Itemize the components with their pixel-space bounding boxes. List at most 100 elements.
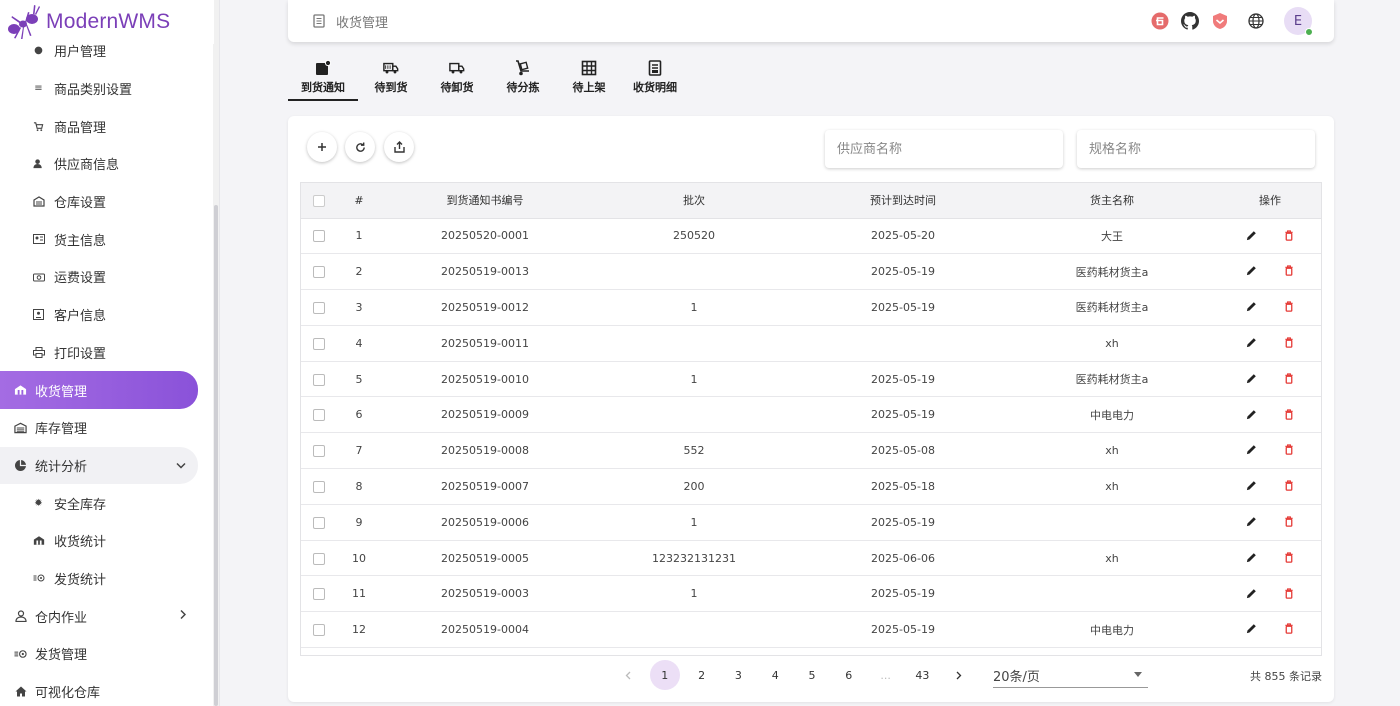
row-checkbox[interactable] (313, 409, 325, 422)
sidebar-item-receiving-stats[interactable]: 收货统计 (0, 522, 214, 560)
table-row[interactable]: 11 20250519-0003 1 2025-05-19 (301, 576, 1321, 612)
refresh-button[interactable] (345, 132, 375, 162)
row-checkbox[interactable] (313, 373, 325, 386)
tab-receiving-details[interactable]: 收货明细 (622, 56, 688, 101)
page-button[interactable]: 43 (907, 660, 937, 690)
tab-pending-unload[interactable]: 待卸货 (424, 56, 490, 101)
row-checkbox[interactable] (313, 552, 325, 565)
table-row[interactable]: 10 20250519-0005 123232131231 2025-06-06 xh (301, 540, 1321, 576)
page-button[interactable]: 6 (834, 660, 864, 690)
spec-name-field[interactable] (1077, 130, 1315, 168)
delete-button[interactable] (1282, 264, 1296, 278)
page-button[interactable]: 4 (760, 660, 790, 690)
delete-button[interactable] (1282, 586, 1296, 600)
sidebar-item-safety-stock[interactable]: ✹ 安全库存 (0, 484, 214, 522)
delete-button[interactable] (1282, 550, 1296, 564)
sidebar-item-visual-warehouse[interactable]: 可视化仓库 (0, 673, 214, 706)
tab-arrival-notice[interactable]: 到货通知 (288, 56, 358, 101)
edit-button[interactable] (1244, 336, 1258, 350)
edit-button[interactable] (1244, 228, 1258, 242)
row-checkbox[interactable] (313, 445, 325, 458)
table-row[interactable]: 7 20250519-0008 552 2025-05-08 xh (301, 433, 1321, 469)
row-checkbox[interactable] (313, 337, 325, 350)
delete-button[interactable] (1282, 515, 1296, 529)
prev-page-button[interactable] (613, 660, 643, 690)
brand[interactable]: ModernWMS (0, 0, 214, 44)
tab-pending-sorting[interactable]: 待分拣 (490, 56, 556, 101)
table-row[interactable]: 9 20250519-0006 1 2025-05-19 (301, 504, 1321, 541)
delete-button[interactable] (1282, 300, 1296, 314)
table-row[interactable]: 3 20250519-0012 1 2025-05-19 医药耗材货主a (301, 290, 1321, 326)
sidebar-item-category-settings[interactable]: ≡ 商品类别设置 (0, 70, 214, 108)
document-icon (313, 14, 325, 28)
row-checkbox[interactable] (313, 230, 325, 243)
page-button[interactable]: 5 (797, 660, 827, 690)
table-row[interactable]: 6 20250519-0009 2025-05-19 中电电力 (301, 397, 1321, 433)
row-checkbox[interactable] (313, 516, 325, 529)
sidebar-item-warehouse-operations[interactable]: 仓内作业 (0, 597, 214, 635)
sidebar-item-freight-settings[interactable]: 运费设置 (0, 258, 214, 296)
delete-button[interactable] (1282, 479, 1296, 493)
sidebar-item-inventory-management[interactable]: 库存管理 (0, 409, 214, 447)
edit-button[interactable] (1244, 550, 1258, 564)
page-button[interactable]: 2 (687, 660, 717, 690)
select-all-checkbox[interactable] (313, 194, 325, 207)
tab-pending-shelving[interactable]: 待上架 (556, 56, 622, 101)
sidebar-item-product-management[interactable]: 商品管理 (0, 107, 214, 145)
delete-button[interactable] (1282, 622, 1296, 636)
avatar[interactable]: E (1284, 7, 1313, 36)
edit-button[interactable] (1244, 371, 1258, 385)
delete-button[interactable] (1282, 443, 1296, 457)
sidebar-item-supplier-info[interactable]: 供应商信息 (0, 145, 214, 183)
row-checkbox[interactable] (313, 588, 325, 601)
edit-button[interactable] (1244, 479, 1258, 493)
sidebar-item-shipping-management[interactable]: 发货管理 (0, 635, 214, 673)
delete-button[interactable] (1282, 407, 1296, 421)
delete-button[interactable] (1282, 336, 1296, 350)
gitee-icon[interactable] (1150, 11, 1170, 31)
row-checkbox[interactable] (313, 624, 325, 637)
sidebar-scrollbar-thumb[interactable] (214, 205, 218, 706)
edit-button[interactable] (1244, 515, 1258, 529)
edit-button[interactable] (1244, 300, 1258, 314)
sidebar-item-warehouse-settings[interactable]: 仓库设置 (0, 183, 214, 221)
sidebar-item-print-settings[interactable]: 打印设置 (0, 334, 214, 372)
page-size-select[interactable]: 20条/页 (993, 664, 1148, 688)
next-page-button[interactable] (944, 660, 974, 690)
table-row[interactable]: 1 20250520-0001 250520 2025-05-20 大王 (301, 218, 1321, 254)
batch: 250520 (673, 229, 715, 243)
sidebar-item-shipping-stats[interactable]: 发货统计 (0, 560, 214, 598)
table-row[interactable]: 8 20250519-0007 200 2025-05-18 xh (301, 469, 1321, 505)
edit-button[interactable] (1244, 407, 1258, 421)
row-checkbox[interactable] (313, 301, 325, 314)
tab-label: 待卸货 (440, 81, 474, 94)
github-icon[interactable] (1180, 11, 1200, 31)
sidebar-item-owner-info[interactable]: 货主信息 (0, 220, 214, 258)
sidebar-item-statistics[interactable]: 统计分析 (0, 446, 198, 485)
tab-pending-arrival[interactable]: 待到货 (358, 56, 424, 101)
delete-button[interactable] (1282, 228, 1296, 242)
edit-button[interactable] (1244, 622, 1258, 636)
row-checkbox[interactable] (313, 266, 325, 279)
add-button[interactable] (307, 132, 337, 162)
spec-name-input[interactable] (1089, 141, 1315, 157)
sidebar-item-customer-info[interactable]: 客户信息 (0, 296, 214, 334)
supplier-name-input[interactable] (837, 141, 1063, 157)
export-button[interactable] (384, 132, 414, 162)
edit-button[interactable] (1244, 443, 1258, 457)
table-row[interactable]: 2 20250519-0013 2025-05-19 医药耗材货主a (301, 254, 1321, 290)
table-row[interactable]: 5 20250519-0010 1 2025-05-19 医药耗材货主a (301, 361, 1321, 397)
edit-button[interactable] (1244, 264, 1258, 278)
supplier-name-field[interactable] (825, 130, 1063, 168)
row-checkbox[interactable] (313, 480, 325, 493)
edit-button[interactable] (1244, 586, 1258, 600)
table-row[interactable]: 4 20250519-0011 xh (301, 325, 1321, 362)
shield-logo-icon[interactable] (1210, 11, 1230, 31)
table-row[interactable]: 12 20250519-0004 2025-05-19 中电电力 (301, 612, 1321, 648)
delete-button[interactable] (1282, 371, 1296, 385)
sidebar-item-receiving-management[interactable]: 收货管理 (0, 371, 198, 409)
page-button[interactable]: 1 (649, 660, 680, 690)
sidebar-scrollbar[interactable] (213, 0, 219, 706)
globe-icon[interactable] (1246, 11, 1266, 31)
page-button[interactable]: 3 (723, 660, 753, 690)
